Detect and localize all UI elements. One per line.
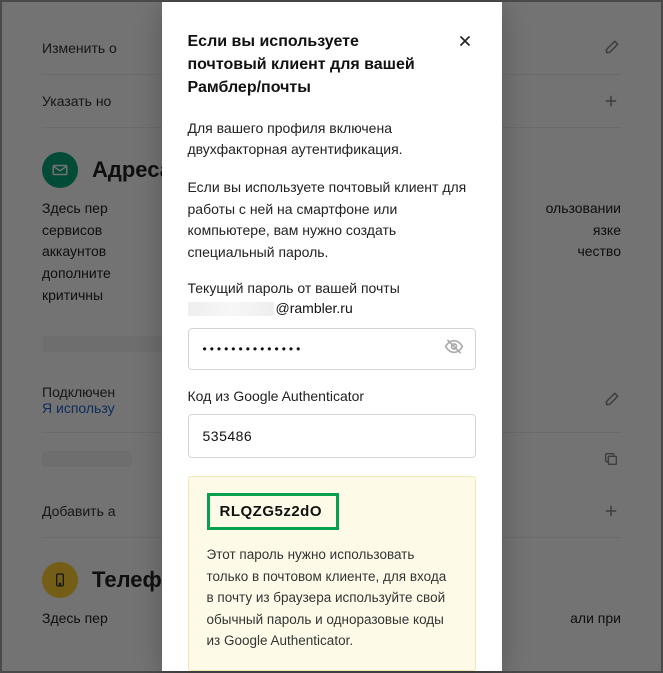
eye-off-icon[interactable] <box>444 336 464 361</box>
email-display: @rambler.ru <box>188 300 476 316</box>
email-local-blurred <box>188 302 274 316</box>
email-domain: @rambler.ru <box>276 300 353 316</box>
generated-password-box: RLQZG5z2dO Этот пароль нужно использоват… <box>188 476 476 671</box>
password-input[interactable] <box>188 328 476 370</box>
current-password-label: Текущий пароль от вашей почты <box>188 280 476 296</box>
password-note: Этот пароль нужно использовать только в … <box>207 544 457 652</box>
modal-paragraph: Если вы используете почтовый клиент для … <box>188 177 476 264</box>
modal-title: Если вы используете почтовый клиент для … <box>188 30 442 100</box>
modal-paragraph: Для вашего профиля включена двухфакторна… <box>188 118 476 161</box>
close-icon[interactable] <box>454 30 476 57</box>
mail-client-modal: Если вы используете почтовый клиент для … <box>162 2 502 671</box>
auth-code-input[interactable] <box>188 414 476 458</box>
auth-code-label: Код из Google Authenticator <box>188 388 476 404</box>
generated-password: RLQZG5z2dO <box>207 493 340 530</box>
